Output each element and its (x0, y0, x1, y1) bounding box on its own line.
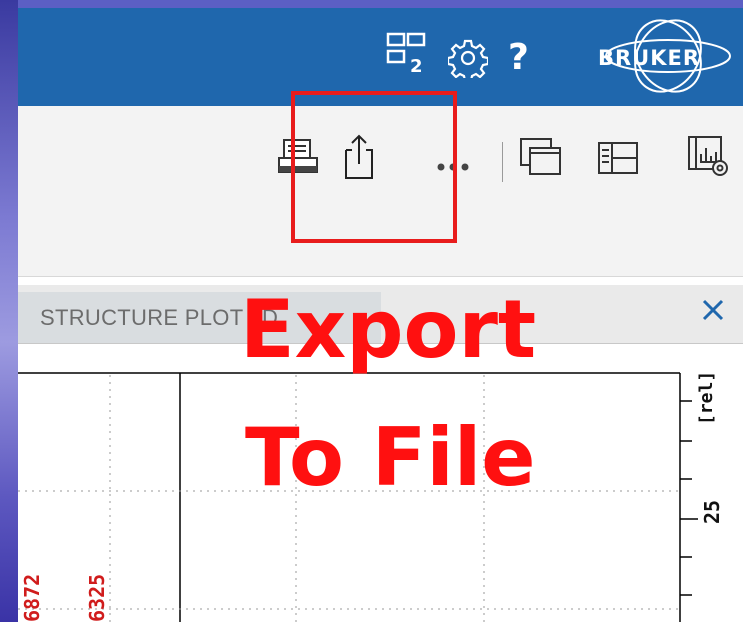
axis-unit-label: [rel] (696, 370, 717, 425)
peak-label: 6872 (20, 573, 44, 622)
help-icon[interactable]: ? (508, 40, 529, 76)
layout-2-icon[interactable]: 2 (386, 30, 430, 76)
axis-tick-label: 25 (700, 499, 724, 524)
toolbar-separator (502, 142, 503, 182)
peak-label: 6325 (85, 573, 109, 622)
window-top-border (0, 0, 743, 8)
close-icon[interactable] (701, 298, 725, 322)
annotation-to-file: To File (245, 411, 536, 504)
svg-text:2: 2 (410, 56, 423, 76)
gear-icon[interactable] (448, 38, 488, 78)
chart-settings-icon[interactable] (686, 134, 734, 180)
window-left-border (0, 0, 18, 622)
window-icon[interactable] (518, 136, 564, 178)
annotation-export: Export (240, 283, 537, 376)
split-view-icon[interactable] (596, 140, 640, 176)
export-highlight-box (291, 91, 457, 243)
brand-name: BRUKER (598, 46, 701, 70)
